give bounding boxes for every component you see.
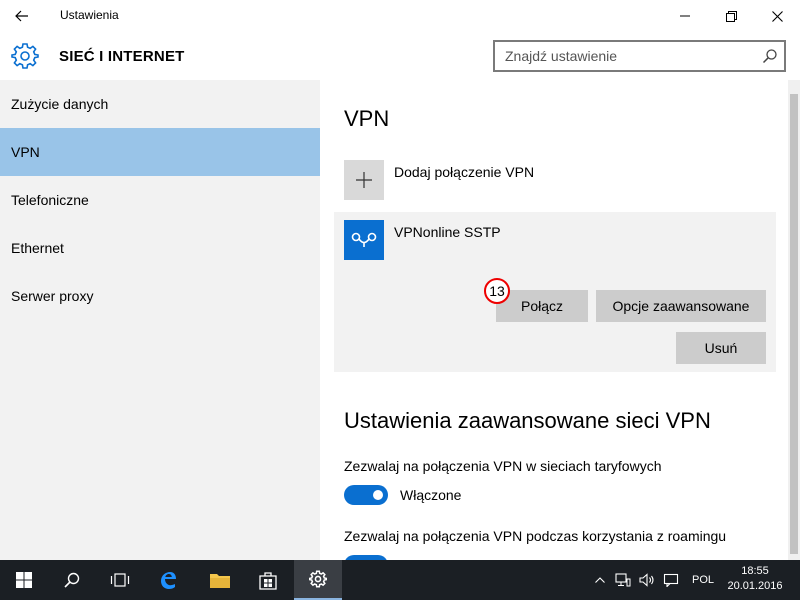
settings-taskbar-button[interactable] bbox=[294, 560, 342, 600]
page-title: VPN bbox=[344, 106, 390, 131]
sidebar: Zużycie danych VPN Telefoniczne Ethernet… bbox=[0, 80, 320, 560]
clock[interactable]: 18:55 20.01.2016 bbox=[722, 564, 788, 594]
minimize-button[interactable] bbox=[662, 0, 708, 32]
settings-header: SIEĆ I INTERNET Znajdź ustawienie bbox=[0, 32, 800, 80]
scrollbar[interactable] bbox=[788, 80, 800, 560]
vpn-connection-card[interactable]: VPNonline SSTP Połącz 13 Opcje zaawansow… bbox=[334, 212, 776, 372]
vpn-connection-icon bbox=[344, 220, 384, 260]
main-content: VPN Dodaj połączenie VPN VPNonline SSTP … bbox=[320, 80, 788, 560]
add-vpn-label[interactable]: Dodaj połączenie VPN bbox=[394, 164, 534, 180]
language-indicator[interactable]: POL bbox=[688, 560, 718, 600]
arrow-left-icon bbox=[15, 10, 28, 22]
gear-icon bbox=[11, 43, 39, 69]
toggle-knob bbox=[373, 490, 383, 500]
volume-icon[interactable] bbox=[636, 560, 658, 600]
search-input[interactable]: Znajdź ustawienie bbox=[493, 40, 786, 72]
clock-date: 20.01.2016 bbox=[727, 580, 783, 592]
sidebar-item-label: Serwer proxy bbox=[11, 288, 94, 304]
step-badge: 13 bbox=[484, 278, 510, 304]
metered-toggle[interactable] bbox=[344, 485, 388, 505]
search-placeholder: Znajdź ustawienie bbox=[505, 48, 618, 64]
sidebar-item-vpn[interactable]: VPN bbox=[0, 128, 320, 176]
network-icon[interactable] bbox=[612, 560, 634, 600]
sidebar-item-dial-up[interactable]: Telefoniczne bbox=[0, 176, 320, 224]
advanced-settings-title: Ustawienia zaawansowane sieci VPN bbox=[344, 408, 711, 433]
sidebar-item-label: Zużycie danych bbox=[11, 96, 109, 112]
sidebar-item-label: Ethernet bbox=[11, 240, 64, 256]
search-taskbar-button[interactable] bbox=[48, 560, 96, 600]
back-button[interactable] bbox=[8, 2, 36, 30]
edge-button[interactable] bbox=[144, 560, 192, 600]
tray-chevron-up-icon[interactable] bbox=[590, 560, 610, 600]
folder-icon bbox=[210, 574, 230, 588]
notifications-icon[interactable] bbox=[660, 560, 682, 600]
restore-button[interactable] bbox=[708, 0, 754, 32]
start-button[interactable] bbox=[0, 560, 48, 600]
store-icon bbox=[259, 572, 277, 590]
sidebar-item-label: Telefoniczne bbox=[11, 192, 89, 208]
clock-time: 18:55 bbox=[741, 565, 769, 577]
metered-toggle-state: Włączone bbox=[400, 487, 462, 503]
window-title: Ustawienia bbox=[60, 8, 119, 22]
task-view-icon bbox=[110, 573, 130, 587]
file-explorer-button[interactable] bbox=[196, 560, 244, 600]
search-icon bbox=[64, 572, 80, 588]
edge-icon bbox=[161, 572, 176, 589]
minimize-icon bbox=[680, 15, 690, 17]
sidebar-item-label: VPN bbox=[11, 144, 40, 160]
add-vpn-button[interactable] bbox=[344, 160, 384, 200]
vpn-connection-name: VPNonline SSTP bbox=[394, 224, 501, 240]
vpn-icon bbox=[351, 232, 377, 247]
windows-logo-icon bbox=[16, 572, 32, 588]
gear-icon bbox=[309, 570, 327, 588]
task-view-button[interactable] bbox=[96, 560, 144, 600]
title-bar: Ustawienia bbox=[0, 0, 800, 32]
close-button[interactable] bbox=[754, 0, 800, 32]
advanced-options-button[interactable]: Opcje zaawansowane bbox=[596, 290, 766, 322]
store-button[interactable] bbox=[244, 560, 292, 600]
section-title: SIEĆ I INTERNET bbox=[59, 48, 185, 65]
restore-icon bbox=[725, 10, 737, 22]
close-icon bbox=[771, 10, 783, 22]
remove-button[interactable]: Usuń bbox=[676, 332, 766, 364]
connect-button[interactable]: Połącz bbox=[496, 290, 588, 322]
plus-icon bbox=[356, 172, 372, 188]
sidebar-item-proxy[interactable]: Serwer proxy bbox=[0, 272, 320, 320]
search-icon[interactable] bbox=[762, 48, 778, 64]
sidebar-item-data-usage[interactable]: Zużycie danych bbox=[0, 80, 320, 128]
roaming-option-label: Zezwalaj na połączenia VPN podczas korzy… bbox=[344, 528, 727, 544]
sidebar-item-ethernet[interactable]: Ethernet bbox=[0, 224, 320, 272]
metered-option-label: Zezwalaj na połączenia VPN w sieciach ta… bbox=[344, 458, 662, 474]
scrollbar-thumb[interactable] bbox=[790, 94, 798, 554]
taskbar: POL 18:55 20.01.2016 bbox=[0, 560, 800, 600]
